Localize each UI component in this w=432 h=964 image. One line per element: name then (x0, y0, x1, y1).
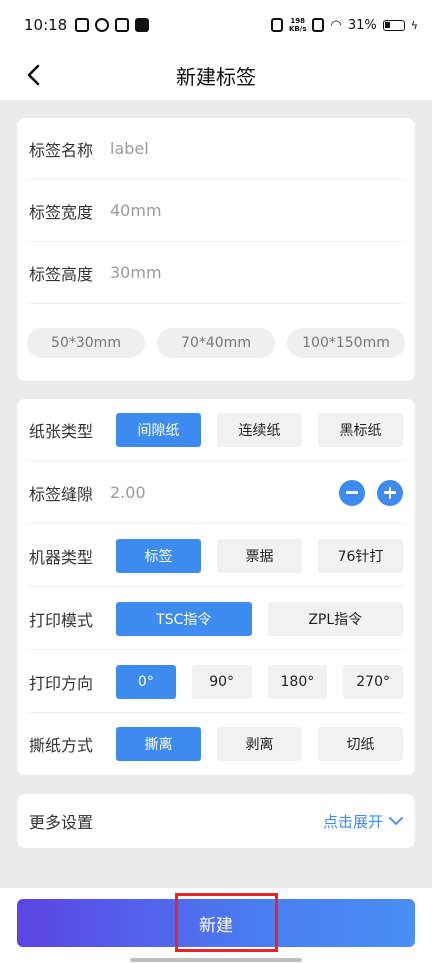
label-name-label: 标签名称 (29, 140, 94, 160)
more-settings-row[interactable]: 更多设置 点击展开 (29, 794, 403, 848)
battery-percent: 31% (347, 17, 377, 33)
label-height-row: 标签高度 30mm (29, 242, 403, 304)
label-width-row: 标签宽度 40mm (29, 180, 403, 242)
print-direction-options: 0° 90° 180° 270° (116, 664, 403, 699)
label-name-input[interactable]: label (110, 139, 149, 158)
label-width-label: 标签宽度 (29, 202, 94, 222)
paper-type-option[interactable]: 黑标纸 (318, 412, 403, 447)
label-gap-input[interactable]: 2.00 (110, 483, 146, 502)
print-mode-option[interactable]: TSC指令 (116, 601, 252, 636)
paper-type-row: 纸张类型 间隙纸 连续纸 黑标纸 (29, 399, 403, 461)
preset-chip[interactable]: 100*150mm (287, 328, 405, 358)
network-speed: 198 KB/s (289, 17, 306, 33)
label-width-input[interactable]: 40mm (110, 201, 162, 220)
vibrate-icon (271, 18, 283, 32)
tear-mode-option[interactable]: 撕离 (116, 727, 201, 761)
app-header: 新建标签 (0, 50, 432, 100)
page-title: 新建标签 (176, 64, 256, 89)
machine-type-option[interactable]: 标签 (116, 538, 201, 573)
label-height-input[interactable]: 30mm (110, 263, 162, 282)
chevron-down-icon (389, 816, 403, 825)
system-icons: 198 KB/s ◠ 31% ϟ (271, 17, 418, 33)
machine-type-option[interactable]: 票据 (217, 538, 302, 573)
print-direction-option[interactable]: 90° (191, 664, 252, 699)
print-direction-option[interactable]: 180° (267, 664, 328, 699)
create-button[interactable]: 新建 (17, 899, 415, 947)
battery-icon (382, 19, 405, 31)
more-settings-label: 更多设置 (29, 813, 94, 832)
print-mode-row: 打印模式 TSC指令 ZPL指令 (29, 588, 403, 650)
charging-icon: ϟ (410, 18, 418, 32)
print-settings-card: 纸张类型 间隙纸 连续纸 黑标纸 标签缝隙 2.00 机器类型 标签 票据 76… (17, 399, 415, 775)
network-speed-value: 198 (290, 17, 306, 25)
machine-type-row: 机器类型 标签 票据 76针打 (29, 525, 403, 587)
label-name-row: 标签名称 label (29, 118, 403, 180)
print-direction-option[interactable]: 0° (116, 664, 176, 699)
tear-mode-row: 撕纸方式 撕离 剥离 切纸 (29, 713, 403, 775)
label-size-card: 标签名称 label 标签宽度 40mm 标签高度 30mm 50*30mm 7… (17, 118, 415, 381)
plus-icon-vertical (388, 486, 392, 499)
print-mode-option[interactable]: ZPL指令 (267, 601, 403, 636)
notification-icons (75, 18, 150, 32)
gap-stepper (339, 479, 403, 506)
paper-type-options: 间隙纸 连续纸 黑标纸 (116, 412, 403, 447)
back-button[interactable] (18, 60, 48, 90)
expand-link[interactable]: 点击展开 (323, 811, 403, 832)
print-direction-row: 打印方向 0° 90° 180° 270° (29, 651, 403, 713)
content-area: 标签名称 label 标签宽度 40mm 标签高度 30mm 50*30mm 7… (0, 100, 432, 888)
label-gap-row: 标签缝隙 2.00 (29, 462, 403, 524)
size-presets: 50*30mm 70*40mm 100*150mm (27, 328, 405, 358)
app-notification-icon (95, 18, 110, 32)
crown-icon (115, 18, 130, 32)
paper-type-option[interactable]: 间隙纸 (116, 412, 201, 447)
print-direction-option[interactable]: 270° (343, 664, 403, 699)
print-direction-label: 打印方向 (29, 673, 94, 693)
preset-chip[interactable]: 50*30mm (27, 328, 145, 358)
machine-type-options: 标签 票据 76针打 (116, 538, 403, 573)
print-mode-label: 打印模式 (29, 610, 94, 630)
tear-mode-label: 撕纸方式 (29, 736, 94, 755)
preset-chip[interactable]: 70*40mm (157, 328, 275, 358)
increase-button[interactable] (377, 479, 403, 506)
machine-type-option[interactable]: 76针打 (318, 538, 403, 573)
home-indicator[interactable] (130, 958, 302, 962)
paper-type-option[interactable]: 连续纸 (217, 412, 302, 447)
tiktok-icon (135, 18, 150, 32)
sim-icon (312, 18, 325, 32)
paper-type-label: 纸张类型 (29, 421, 94, 441)
decrease-button[interactable] (339, 479, 365, 506)
print-mode-options: TSC指令 ZPL指令 (116, 601, 403, 636)
expand-link-label: 点击展开 (322, 812, 383, 831)
machine-type-label: 机器类型 (29, 547, 94, 567)
more-settings-card: 更多设置 点击展开 (17, 794, 415, 848)
app-notification-icon (75, 18, 90, 32)
wifi-icon: ◠ (330, 17, 342, 33)
label-height-label: 标签高度 (29, 264, 94, 284)
network-speed-unit: KB/s (289, 25, 307, 33)
chevron-left-icon (27, 64, 40, 86)
bottom-bar: 新建 (0, 888, 432, 964)
tear-mode-options: 撕离 剥离 切纸 (116, 727, 403, 761)
status-time: 10:18 (24, 16, 68, 34)
status-bar: 10:18 198 KB/s ◠ 31% ϟ (0, 0, 432, 50)
minus-icon (346, 491, 358, 494)
tear-mode-option[interactable]: 切纸 (318, 727, 403, 761)
tear-mode-option[interactable]: 剥离 (217, 727, 302, 761)
label-gap-label: 标签缝隙 (29, 484, 94, 504)
